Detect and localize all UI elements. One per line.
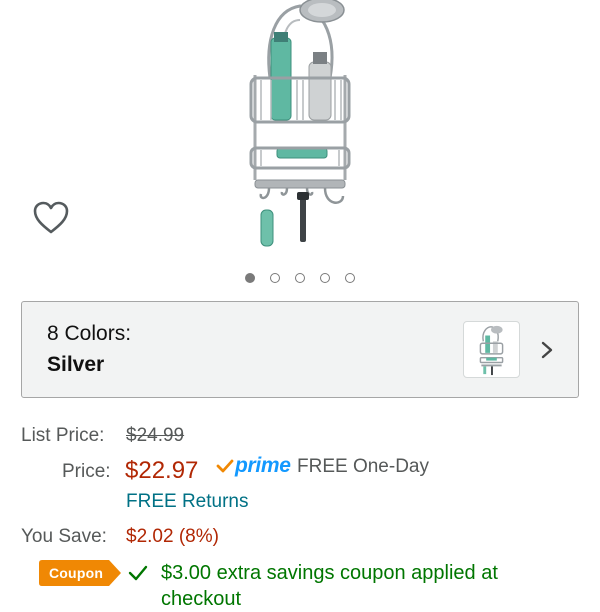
free-returns-link[interactable]: FREE Returns [126, 491, 248, 513]
prime-check-icon [216, 459, 234, 473]
shower-caddy-image[interactable] [225, 0, 375, 250]
coupon-applied-text: $3.00 extra savings coupon applied at ch… [161, 562, 498, 610]
you-save-value: $2.02 (8%) [126, 526, 219, 547]
prime-logo-text: prime [235, 454, 291, 477]
list-price-label: List Price: [21, 425, 105, 446]
shower-caddy-thumbnail [479, 325, 504, 376]
heart-icon[interactable] [32, 200, 70, 236]
carousel-dot-4[interactable] [320, 273, 330, 283]
shipping-text: FREE One-Day [297, 456, 429, 477]
carousel-dot-1[interactable] [245, 273, 255, 283]
price-label: Price: [62, 461, 111, 482]
coupon-row: Coupon $3.00 extra savings coupon applie… [0, 559, 600, 610]
carousel-dot-2[interactable] [270, 273, 280, 283]
price-value: $22.97 [125, 457, 199, 484]
color-thumbnail [463, 321, 520, 378]
selected-color-value: Silver [47, 353, 105, 376]
carousel-dot-3[interactable] [295, 273, 305, 283]
color-count-label: 8 Colors: [47, 322, 132, 345]
coupon-badge-label: Coupon [49, 565, 104, 581]
check-icon [128, 565, 148, 581]
color-selector-button[interactable]: 8 Colors: Silver [21, 301, 579, 398]
image-carousel-dots [0, 273, 600, 287]
carousel-dot-5[interactable] [345, 273, 355, 283]
you-save-label: You Save: [21, 526, 107, 547]
list-price-value: $24.99 [126, 425, 185, 446]
coupon-badge: Coupon [39, 560, 121, 586]
product-image-area [0, 0, 600, 283]
chevron-right-icon [541, 341, 553, 359]
